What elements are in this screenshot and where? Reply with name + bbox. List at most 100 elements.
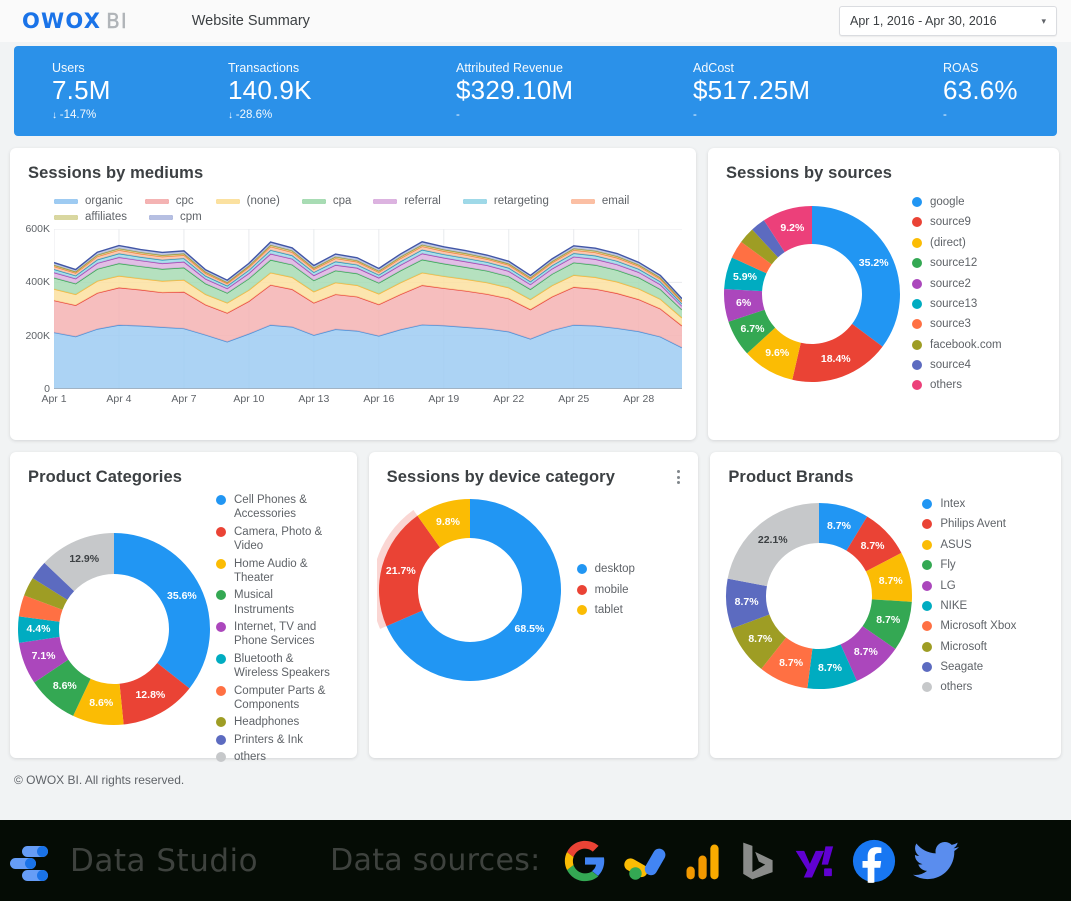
legend-item[interactable]: source13 xyxy=(912,297,1002,311)
scorecard-label: ROAS xyxy=(943,61,979,76)
legend-item-cpc[interactable]: cpc xyxy=(144,195,194,207)
scorecard-transactions: Transactions 140.9K ↓ -28.6% xyxy=(190,61,418,120)
legend-swatch xyxy=(373,198,398,204)
legend-label: Philips Avent xyxy=(940,518,1006,531)
legend-label: source12 xyxy=(930,257,978,270)
legend-label: source9 xyxy=(930,216,971,229)
legend-item[interactable]: others xyxy=(922,680,1016,694)
donut-chart-sources: 35.2% 18.4% 9.6% 6.7% 6% 5.9% 9.2% xyxy=(722,204,902,384)
scorecard-value: $329.10M xyxy=(456,75,574,106)
scorecard-roas: ROAS 63.6% - xyxy=(905,61,1018,120)
legend-item[interactable]: source12 xyxy=(912,256,1002,270)
legend-item[interactable]: Headphones xyxy=(216,715,334,729)
legend-swatch xyxy=(215,198,240,204)
bing-icon xyxy=(737,839,777,883)
chevron-down-icon: ▾ xyxy=(1041,15,1046,26)
legend-label: google xyxy=(930,196,965,208)
legend-item[interactable]: others xyxy=(912,378,1002,392)
card-sessions-by-sources: Sessions by sources 35.2% 18.4% 9.6% 6.7% 6%… xyxy=(708,148,1059,440)
legend-dot xyxy=(912,319,922,330)
legend-dot xyxy=(216,495,226,505)
legend-item[interactable]: google xyxy=(912,195,1002,209)
legend-item[interactable]: tablet xyxy=(576,603,635,617)
legend-label: Fly xyxy=(940,559,956,572)
legend-item[interactable]: Seagate xyxy=(922,660,1016,674)
legend-dot xyxy=(922,539,933,550)
legend-item[interactable]: Internet, TV and Phone Services xyxy=(216,620,334,649)
legend-item[interactable]: Microsoft xyxy=(922,640,1016,654)
legend-label: source3 xyxy=(930,318,971,331)
legend-item[interactable]: source4 xyxy=(912,358,1002,372)
legend-label: cpc xyxy=(175,195,194,207)
legend-item[interactable]: Microsoft Xbox xyxy=(922,619,1016,633)
legend-item[interactable]: Intex xyxy=(922,497,1016,511)
delta-value: -14.7% xyxy=(59,108,97,121)
scorecard-value: 63.6% xyxy=(943,75,1018,106)
legend-item-cpa[interactable]: cpa xyxy=(301,195,351,207)
legend-label: ASUS xyxy=(940,538,972,551)
legend-item[interactable]: Printers & Ink xyxy=(216,733,334,747)
legend-item[interactable]: ASUS xyxy=(922,538,1016,552)
legend-item-affiliates[interactable]: affiliates xyxy=(54,211,127,223)
card-product-categories: Product Categories 35.6% 12.8% 8.6% 8.6% 7.1… xyxy=(10,452,357,763)
card-title: Sessions by mediums xyxy=(28,164,204,182)
legend-item[interactable]: Computer Parts & Components xyxy=(216,684,334,713)
legend-item--none-[interactable]: (none) xyxy=(215,195,280,207)
data-sources-label: Data sources: xyxy=(330,843,541,878)
mediums-legend: organic cpc (none) cpa referral retargeting em… xyxy=(10,183,630,223)
legend-item[interactable]: Bluetooth & Wireless Speakers xyxy=(216,652,334,681)
legend-item[interactable]: Fly xyxy=(922,558,1016,572)
legend-item-cpm[interactable]: cpm xyxy=(148,211,202,223)
legend-dot xyxy=(216,558,226,569)
legend-item[interactable]: others xyxy=(216,750,334,764)
x-axis-tick: Apr 25 xyxy=(558,393,590,405)
scorecard-band: Users 7.5M ↓ -14.7% Transactions 140.9K ↓ -28… xyxy=(14,46,1057,136)
legend-label: Printers & Ink xyxy=(234,733,304,746)
legend-item[interactable]: source2 xyxy=(912,277,1002,291)
data-studio-logo-icon xyxy=(6,838,52,884)
legend-dot xyxy=(912,197,922,207)
delta-arrow-icon: ↓ xyxy=(228,109,236,121)
legend-dot xyxy=(216,590,226,601)
x-axis-tick: Apr 1 xyxy=(41,393,67,405)
x-axis-tick: Apr 16 xyxy=(363,393,395,405)
legend-item[interactable]: facebook.com xyxy=(912,338,1002,352)
legend-item[interactable]: Philips Avent xyxy=(922,517,1016,531)
legend-swatch xyxy=(301,198,326,204)
area-chart xyxy=(53,228,683,390)
legend-label: Intex xyxy=(940,498,966,510)
legend-label: (none) xyxy=(246,195,280,207)
legend-item[interactable]: Musical Instruments xyxy=(216,588,334,617)
scorecard-delta: - xyxy=(943,109,1018,121)
card-title: Sessions by sources xyxy=(726,164,893,182)
legend-item[interactable]: (direct) xyxy=(912,236,1002,250)
donut-chart-devices: 68.5% 21.7% 9.8% xyxy=(376,497,563,683)
legend-item-organic[interactable]: organic xyxy=(54,195,123,207)
legend-item[interactable]: source3 xyxy=(912,317,1002,331)
legend-item-referral[interactable]: referral xyxy=(373,195,441,207)
legend-item[interactable]: desktop xyxy=(576,562,635,576)
legend-item[interactable]: Home Audio & Theater xyxy=(216,557,334,586)
legend-item-email[interactable]: email xyxy=(570,195,629,207)
date-range-selector[interactable]: Apr 1, 2016 - Apr 30, 2016 ▾ xyxy=(839,6,1057,36)
delta-value: -28.6% xyxy=(235,108,273,121)
scorecard-label: Users xyxy=(52,61,85,76)
facebook-icon xyxy=(851,838,897,884)
date-range-value: Apr 1, 2016 - Apr 30, 2016 xyxy=(850,14,997,28)
legend-label: LG xyxy=(940,579,956,592)
kebab-menu-icon[interactable] xyxy=(670,468,686,486)
devices-legend: desktop mobile tablet xyxy=(576,562,635,617)
mediums-plot-area: 0 200K 400K 600K Apr 1 Apr 4 Apr 7 Apr 10 Apr 1… xyxy=(10,223,696,411)
legend-item[interactable]: NIKE xyxy=(922,599,1016,613)
legend-item[interactable]: Cell Phones & Accessories xyxy=(216,493,334,522)
legend-item[interactable]: LG xyxy=(922,579,1016,593)
legend-item-retargeting[interactable]: retargeting xyxy=(462,195,549,207)
google-icon xyxy=(563,839,607,883)
legend-dot xyxy=(922,682,933,693)
google-analytics-icon xyxy=(685,839,721,883)
legend-item[interactable]: Camera, Photo & Video xyxy=(216,525,334,554)
sources-legend: google source9 (direct) source12 source2 sour… xyxy=(912,195,1002,393)
legend-dot xyxy=(922,519,933,530)
legend-item[interactable]: mobile xyxy=(576,583,635,597)
legend-item[interactable]: source9 xyxy=(912,215,1002,229)
